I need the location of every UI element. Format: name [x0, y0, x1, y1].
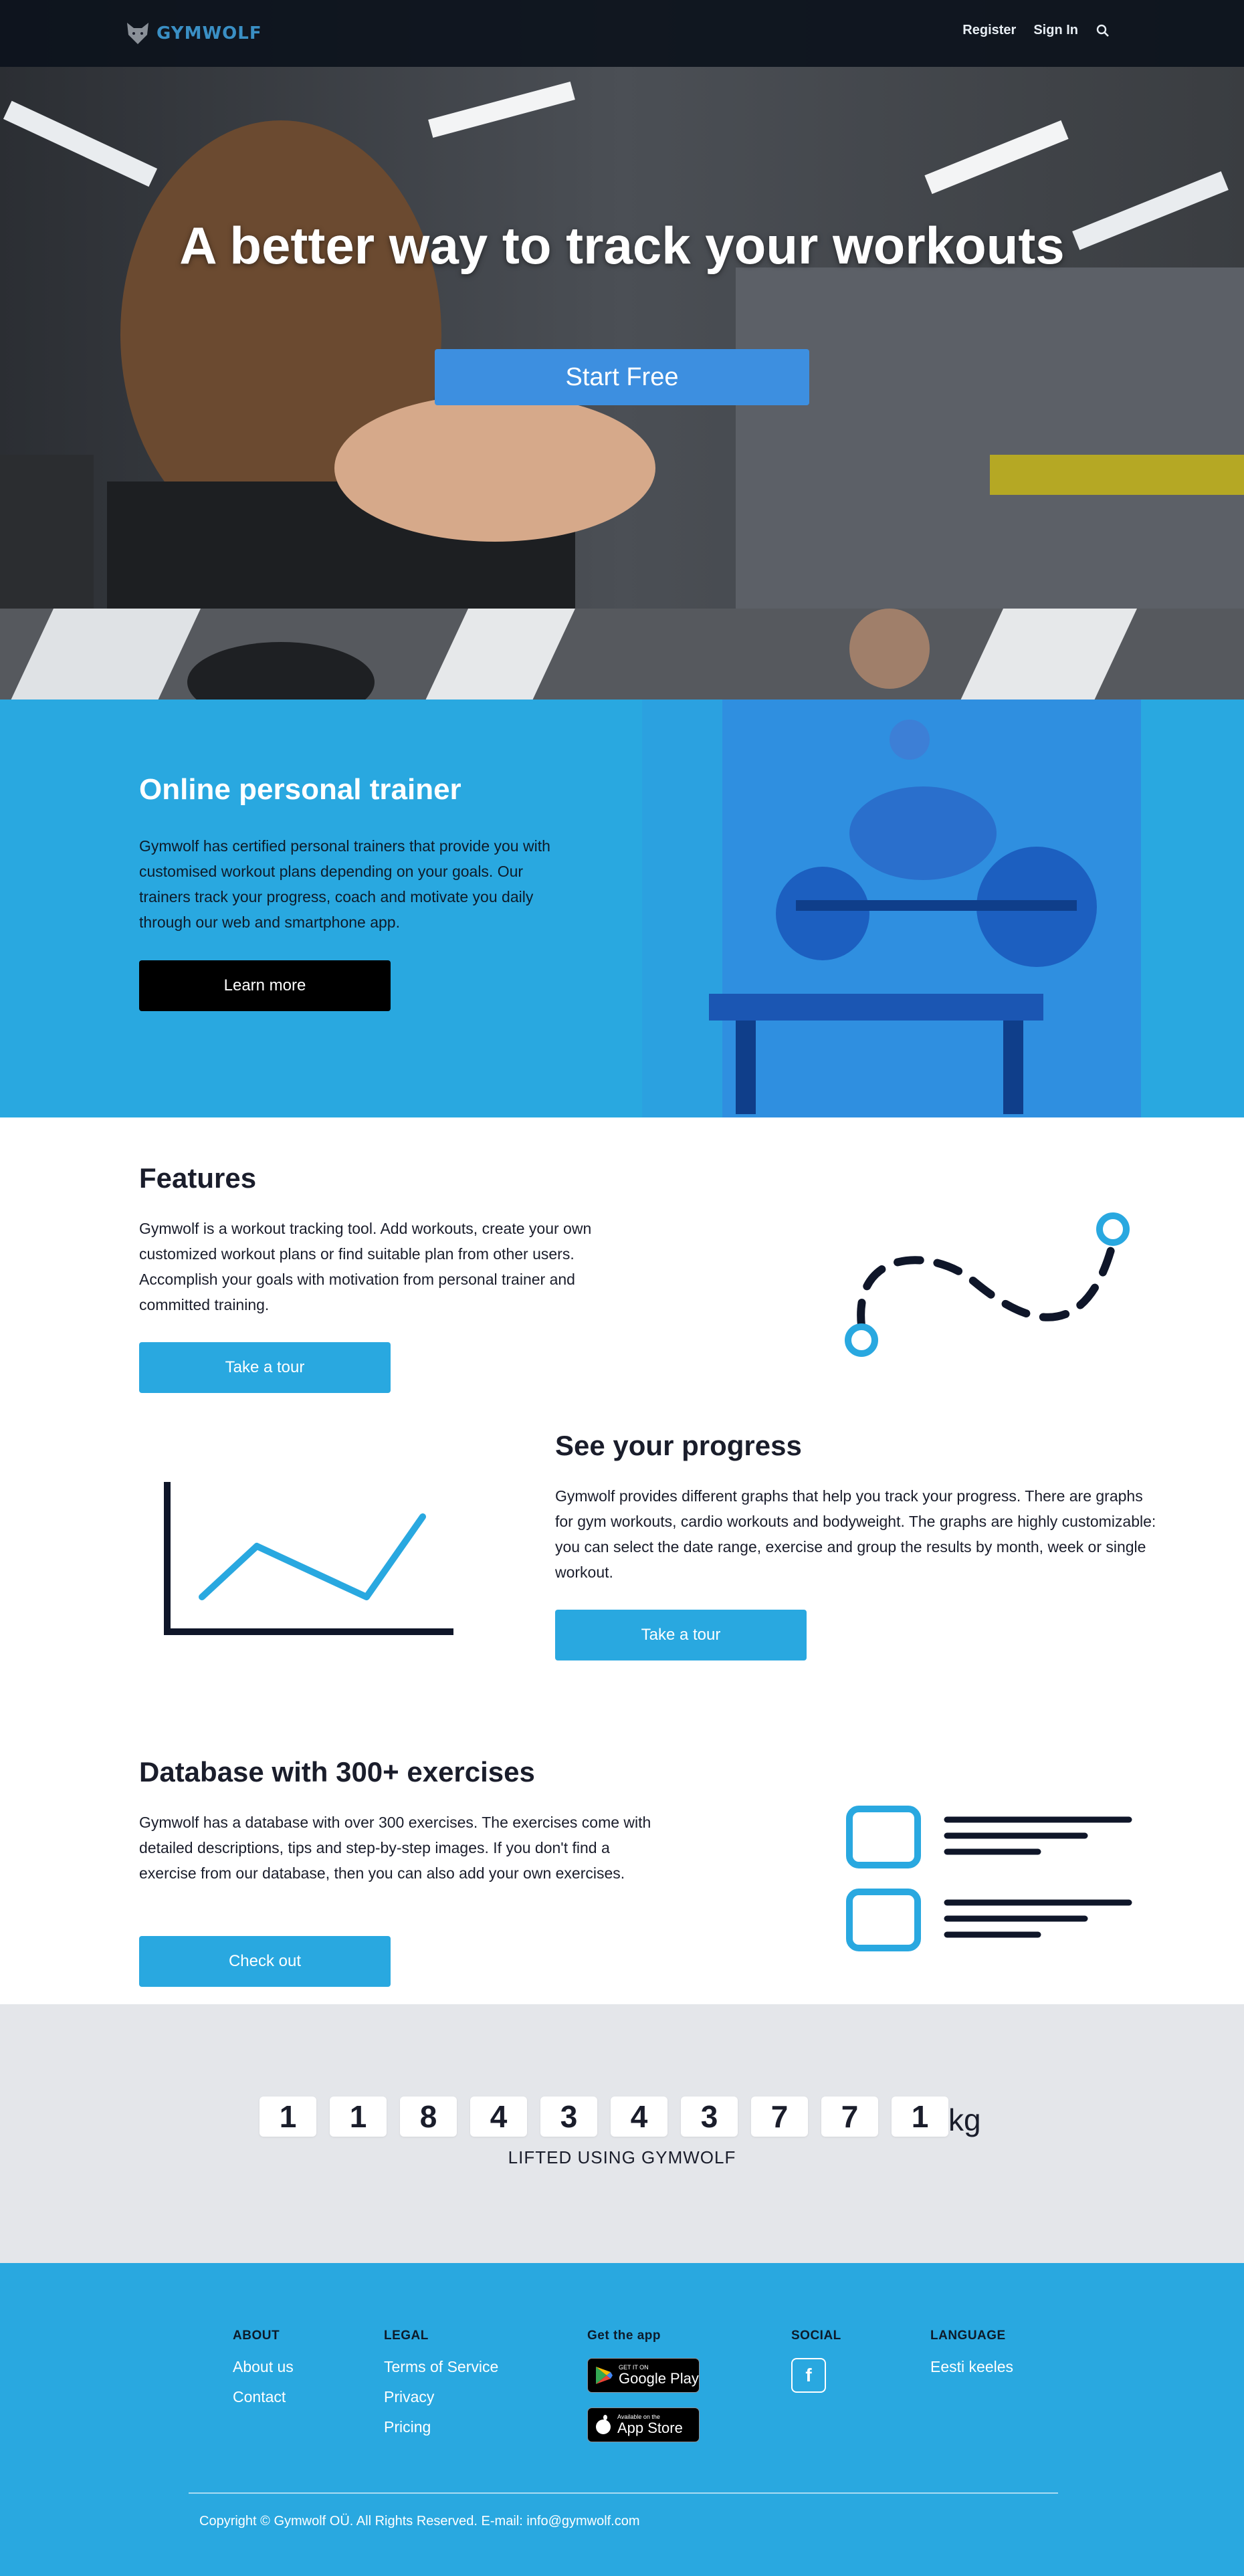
- features-text: Gymwolf is a workout tracking tool. Add …: [139, 1220, 592, 1313]
- footer-language-heading: LANGUAGE: [930, 2329, 1006, 2343]
- counter-digit: 8: [400, 2097, 457, 2137]
- check-out-button[interactable]: Check out: [139, 1936, 391, 1987]
- counter-digit: 4: [470, 2097, 527, 2137]
- contact-link[interactable]: Contact: [233, 2388, 294, 2406]
- wolf-logo-icon: [127, 23, 148, 44]
- counter-digit: 1: [892, 2097, 948, 2137]
- lifted-counter-section: 1 1 8 4 3 4 3 7 7 1 kg LIFTED USING GYMW…: [0, 2004, 1244, 2263]
- progress-text: Gymwolf provides different graphs that h…: [555, 1487, 1156, 1581]
- counter-digit: 3: [681, 2097, 738, 2137]
- google-play-icon: [596, 2367, 613, 2384]
- copyright-text: Copyright © Gymwolf OÜ. All Rights Reser…: [199, 2514, 640, 2529]
- search-icon[interactable]: [1096, 23, 1110, 38]
- privacy-link[interactable]: Privacy: [384, 2388, 498, 2406]
- counter-digits: 1 1 8 4 3 4 3 7 7 1 kg: [260, 2097, 981, 2137]
- nav-links: Register Sign In: [962, 23, 1110, 38]
- logo[interactable]: GYMWOLF: [124, 19, 262, 48]
- footer-social-heading: SOCIAL: [791, 2329, 841, 2343]
- app-store-badge[interactable]: Available on the App Store: [587, 2407, 700, 2442]
- footer: ABOUT About us Contact LEGAL Terms of Se…: [0, 2263, 1244, 2576]
- trainer-photo: [642, 700, 1141, 1117]
- learn-more-button[interactable]: Learn more: [139, 960, 391, 1011]
- footer-app-column: Get the app GET IT ON Google Play Availa…: [587, 2329, 700, 2457]
- counter-digit: 3: [540, 2097, 597, 2137]
- footer-about-column: ABOUT About us Contact: [233, 2329, 294, 2418]
- footer-divider: [189, 2492, 1058, 2494]
- footer-legal-heading: LEGAL: [384, 2329, 429, 2343]
- counter-label: LIFTED USING GYMWOLF: [508, 2147, 736, 2167]
- database-text: Gymwolf has a database with over 300 exe…: [139, 1814, 651, 1882]
- apple-icon: [596, 2415, 611, 2434]
- footer-app-heading: Get the app: [587, 2329, 661, 2343]
- take-a-tour-button-2[interactable]: Take a tour: [555, 1610, 807, 1660]
- logo-text: GYMWOLF: [157, 23, 262, 43]
- start-free-button[interactable]: Start Free: [435, 349, 809, 405]
- footer-language-column: LANGUAGE Eesti keeles: [930, 2329, 1013, 2388]
- counter-digit: 1: [330, 2097, 387, 2137]
- google-play-big-text: Google Play: [619, 2370, 699, 2387]
- take-a-tour-button[interactable]: Take a tour: [139, 1342, 391, 1393]
- facebook-icon[interactable]: f: [791, 2358, 826, 2393]
- google-play-badge[interactable]: GET IT ON Google Play: [587, 2358, 700, 2393]
- hero-title: A better way to track your workouts: [179, 216, 1065, 275]
- hero-section: A better way to track your workouts Star…: [0, 0, 1244, 700]
- footer-about-heading: ABOUT: [233, 2329, 280, 2343]
- counter-digit: 7: [821, 2097, 878, 2137]
- signin-link[interactable]: Sign In: [1033, 23, 1078, 38]
- about-us-link[interactable]: About us: [233, 2358, 294, 2376]
- path-route-icon: [845, 1212, 1130, 1357]
- trainer-text: Gymwolf has certified personal trainers …: [139, 837, 550, 931]
- progress-title: See your progress: [555, 1430, 802, 1461]
- counter-digit: 7: [751, 2097, 808, 2137]
- pricing-link[interactable]: Pricing: [384, 2418, 498, 2436]
- progress-graph-icon: [164, 1482, 453, 1635]
- hero-bottom-strip-image: [0, 609, 1244, 700]
- language-estonian-link[interactable]: Eesti keeles: [930, 2358, 1013, 2376]
- footer-social-column: SOCIAL f: [791, 2329, 841, 2393]
- counter-digit: 1: [260, 2097, 316, 2137]
- features-title: Features: [139, 1162, 257, 1194]
- app-store-big-text: App Store: [617, 2420, 683, 2436]
- terms-link[interactable]: Terms of Service: [384, 2358, 498, 2376]
- personal-trainer-section: Online personal trainer Gymwolf has cert…: [0, 700, 1244, 1117]
- database-title: Database with 300+ exercises: [139, 1756, 535, 1788]
- exercise-list-icon: [846, 1806, 1132, 1951]
- trainer-title: Online personal trainer: [139, 773, 461, 806]
- counter-unit: kg: [948, 2103, 981, 2137]
- register-link[interactable]: Register: [962, 23, 1016, 38]
- footer-legal-column: LEGAL Terms of Service Privacy Pricing: [384, 2329, 498, 2448]
- counter-digit: 4: [611, 2097, 667, 2137]
- top-navbar: GYMWOLF Register Sign In: [0, 0, 1244, 67]
